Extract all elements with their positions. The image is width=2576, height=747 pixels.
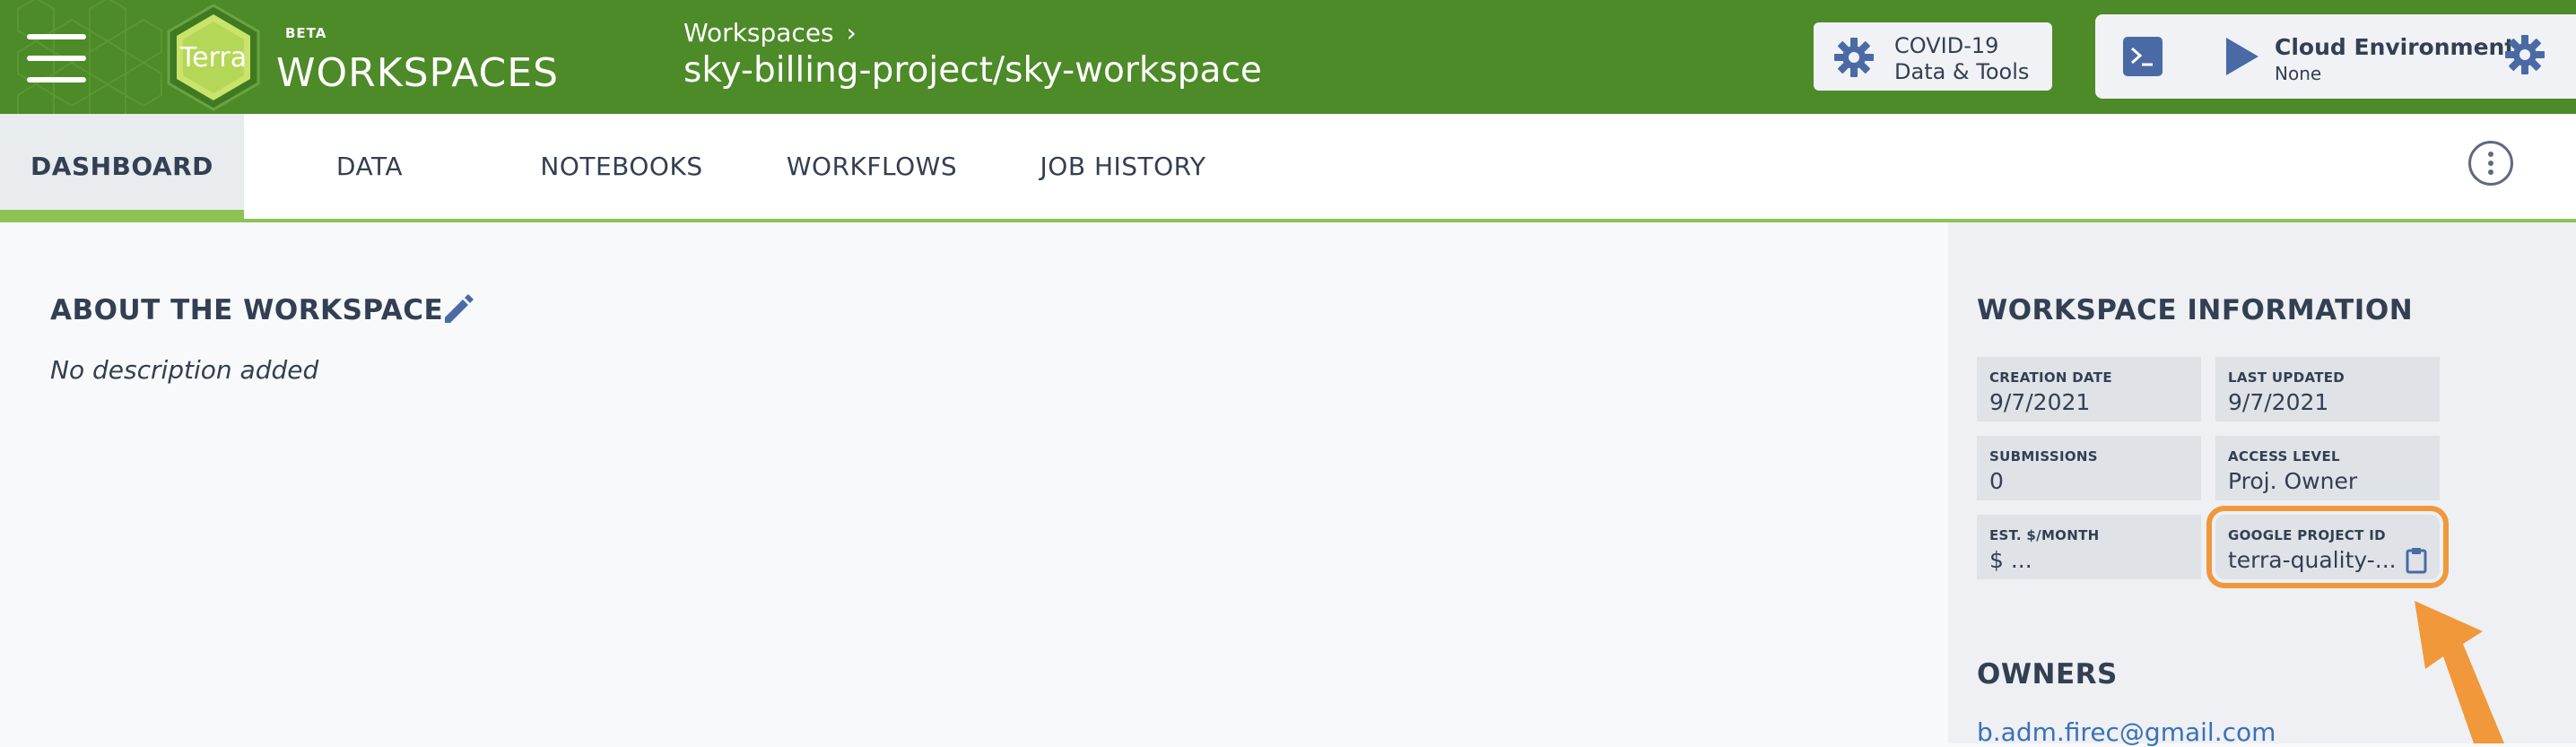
owner-email-link[interactable]: b.adm.firec@gmail.com [1977, 717, 2276, 747]
clipboard-icon[interactable] [2406, 547, 2427, 574]
play-icon[interactable] [2223, 36, 2260, 77]
google-project-id-value: terra-quality-... [2228, 547, 2397, 573]
workspace-tab-bar: DASHBOARD DATA NOTEBOOKS WORKFLOWS JOB H… [0, 114, 2576, 222]
beta-badge: BETA [285, 25, 327, 41]
cloud-environment-title[interactable]: Cloud Environment [2275, 34, 2515, 60]
submissions-card: SUBMISSIONS 0 [1977, 436, 2201, 500]
terminal-icon[interactable] [2122, 36, 2163, 77]
terra-logo-icon[interactable]: Terra [158, 2, 269, 113]
cloud-environment-status: None [2275, 63, 2322, 84]
logo-text: Terra [179, 42, 247, 74]
google-project-id-label: GOOGLE PROJECT ID [2228, 527, 2386, 543]
est-monthly-cost-label: EST. $/MONTH [1989, 527, 2100, 543]
last-updated-value: 9/7/2021 [2228, 389, 2329, 415]
breadcrumb-workspaces-link[interactable]: Workspaces [683, 18, 834, 48]
about-workspace-heading: ABOUT THE WORKSPACE [50, 294, 444, 326]
access-level-card: ACCESS LEVEL Proj. Owner [2215, 436, 2440, 500]
creation-date-label: CREATION DATE [1989, 369, 2112, 386]
annotation-arrow-icon [2415, 601, 2504, 743]
tab-job-history[interactable]: JOB HISTORY [1023, 114, 1223, 219]
access-level-value: Proj. Owner [2228, 468, 2358, 494]
covid-sublabel: Data & Tools [1894, 59, 2030, 84]
est-monthly-cost-card: EST. $/MONTH $ ... [1977, 515, 2201, 579]
brand-title: WORKSPACES [276, 50, 559, 96]
creation-date-value: 9/7/2021 [1989, 389, 2091, 415]
creation-date-card: CREATION DATE 9/7/2021 [1977, 357, 2201, 421]
tab-dashboard[interactable]: DASHBOARD [0, 114, 244, 222]
gear-icon [1834, 38, 1874, 77]
cloud-settings-gear-icon[interactable] [2504, 34, 2546, 75]
breadcrumb-chevron-icon: › [846, 18, 857, 48]
owners-heading: OWNERS [1977, 658, 2118, 691]
est-monthly-cost-value: $ ... [1989, 547, 2032, 573]
submissions-label: SUBMISSIONS [1989, 448, 2098, 465]
tab-data[interactable]: DATA [298, 114, 441, 219]
google-project-id-card: GOOGLE PROJECT ID terra-quality-... [2206, 506, 2449, 588]
workspace-title: sky-billing-project/sky-workspace [683, 50, 1262, 91]
submissions-value: 0 [1989, 468, 2004, 494]
tab-workflows[interactable]: WORKFLOWS [768, 114, 976, 219]
workspace-information-heading: WORKSPACE INFORMATION [1977, 294, 2414, 326]
workspace-description: No description added [50, 355, 319, 385]
hamburger-menu-icon[interactable] [27, 34, 86, 83]
last-updated-card: LAST UPDATED 9/7/2021 [2215, 357, 2440, 421]
access-level-label: ACCESS LEVEL [2228, 448, 2340, 465]
cloud-environment-panel: Cloud Environment None [2095, 14, 2576, 99]
tab-notebooks[interactable]: NOTEBOOKS [518, 114, 725, 219]
breadcrumb: Workspaces › [683, 18, 857, 48]
pencil-icon[interactable] [441, 292, 475, 326]
covid-data-tools-button[interactable]: COVID-19 Data & Tools [1814, 22, 2052, 91]
last-updated-label: LAST UPDATED [2228, 369, 2345, 386]
more-options-kebab-icon[interactable] [2468, 141, 2513, 186]
covid-label: COVID-19 [1894, 33, 1999, 58]
app-header: Terra BETA WORKSPACES Workspaces › sky-bi… [0, 0, 2576, 114]
